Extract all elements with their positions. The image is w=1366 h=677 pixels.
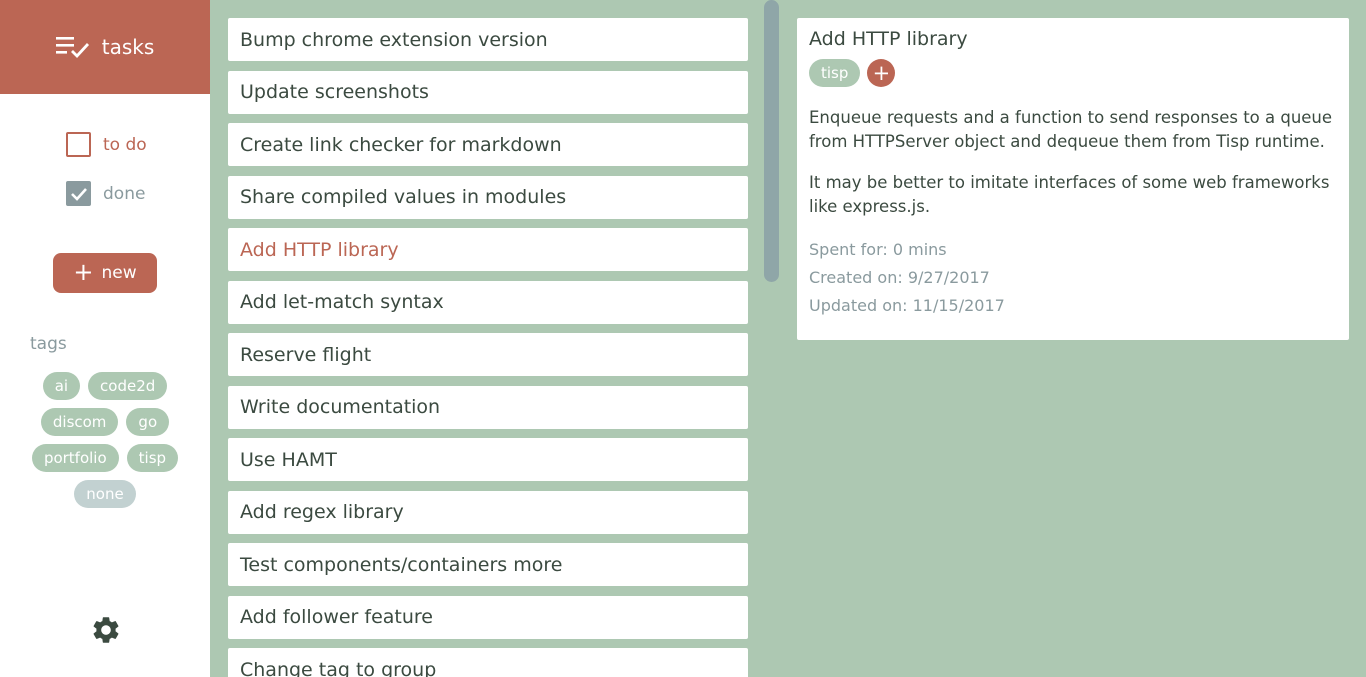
tag-tisp[interactable]: tisp: [126, 444, 179, 472]
task-item[interactable]: Write documentation: [228, 385, 748, 429]
task-item[interactable]: Use HAMT: [228, 438, 748, 481]
task-item[interactable]: Add regex library: [228, 490, 748, 534]
task-item[interactable]: Bump chrome extension version: [228, 18, 748, 61]
filter-done[interactable]: done: [66, 181, 145, 206]
task-item[interactable]: Create link checker for markdown: [228, 123, 748, 166]
task-list-scrollbar[interactable]: [764, 0, 779, 282]
spent-time: Spent for: 0 mins: [809, 240, 947, 259]
check-icon: [70, 187, 87, 201]
task-item[interactable]: Update screenshots: [228, 70, 748, 114]
checklist-icon: [55, 34, 90, 60]
new-task-label: new: [101, 263, 137, 283]
tag-discom[interactable]: discom: [40, 408, 119, 436]
task-detail-panel: Add HTTP library tisp + Enqueue requests…: [797, 18, 1349, 340]
tag-none[interactable]: none: [74, 480, 136, 508]
created-date: Created on: 9/27/2017: [809, 268, 990, 287]
updated-date: Updated on: 11/15/2017: [809, 296, 1005, 315]
task-item[interactable]: Test components/containers more: [228, 543, 748, 586]
app-header[interactable]: tasks: [0, 0, 210, 94]
detail-tag[interactable]: tisp: [809, 59, 861, 87]
app-title: tasks: [101, 35, 155, 59]
tag-go[interactable]: go: [126, 408, 170, 436]
tag-code2d[interactable]: code2d: [88, 372, 168, 400]
tag-list: ai code2d discom go portfolio tisp none: [20, 372, 190, 508]
detail-title[interactable]: Add HTTP library: [809, 28, 1337, 50]
new-task-button[interactable]: + new: [53, 253, 157, 293]
filter-todo-label: to do: [103, 134, 147, 155]
task-item-selected[interactable]: Add HTTP library: [228, 228, 748, 271]
plus-icon: +: [73, 258, 94, 286]
tag-ai[interactable]: ai: [42, 372, 81, 400]
detail-tag-list: tisp +: [809, 59, 1337, 87]
task-item[interactable]: Share compiled values in modules: [228, 175, 748, 219]
add-tag-button[interactable]: +: [867, 59, 896, 87]
tags-heading: tags: [30, 334, 67, 354]
tag-portfolio[interactable]: portfolio: [31, 444, 119, 472]
gear-icon[interactable]: [90, 614, 122, 646]
todo-checkbox[interactable]: [66, 132, 91, 157]
filter-todo[interactable]: to do: [66, 132, 147, 157]
detail-meta: Spent for: 0 mins Created on: 9/27/2017 …: [809, 236, 1337, 320]
description-paragraph: It may be better to imitate interfaces o…: [809, 173, 1330, 216]
done-checkbox[interactable]: [66, 181, 91, 206]
filter-done-label: done: [103, 183, 146, 204]
detail-description[interactable]: Enqueue requests and a function to send …: [809, 106, 1337, 219]
description-paragraph: Enqueue requests and a function to send …: [809, 108, 1333, 151]
task-item[interactable]: Reserve flight: [228, 333, 748, 376]
task-item[interactable]: Add follower feature: [228, 595, 748, 639]
task-list: Bump chrome extension version Update scr…: [228, 18, 748, 677]
task-item[interactable]: Change tag to group: [228, 648, 748, 677]
task-item[interactable]: Add let-match syntax: [228, 280, 748, 324]
sidebar: tasks to do done + new tags ai code2d di…: [0, 0, 210, 677]
